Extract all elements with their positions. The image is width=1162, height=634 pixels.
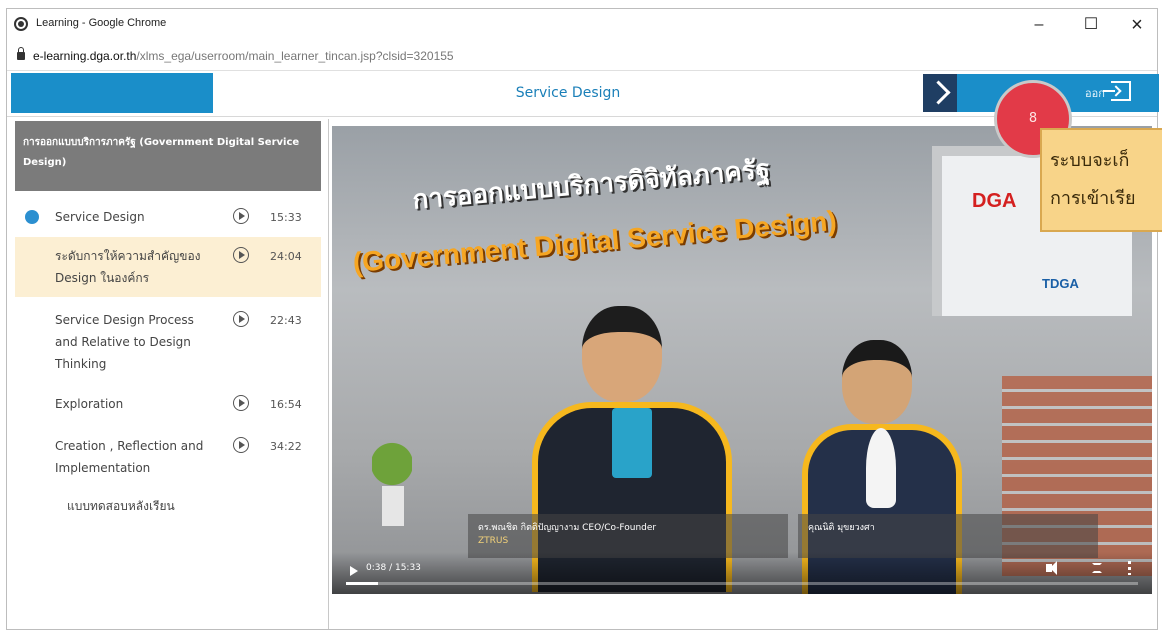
current-lesson-dot-icon (25, 210, 39, 224)
tooltip-line: การเข้าเรีย (1050, 188, 1136, 209)
dga-logo: DGA (972, 190, 1017, 212)
next-lesson-button[interactable] (923, 74, 957, 112)
speaker2-name: คุณนิติ มุขยวงศา (808, 523, 875, 533)
speaker1-shirt (612, 408, 652, 478)
lesson-duration: 22:43 (270, 314, 302, 327)
play-icon[interactable] (350, 566, 358, 576)
speaker1-name: ดร.พณชิต กิตติปัญญางาม CEO/Co-Founder (478, 523, 657, 533)
progress-fill (346, 582, 378, 585)
lesson-item[interactable]: Creation , Reflection and Implementation… (15, 431, 321, 481)
speaker1-role: ZTRUS (478, 536, 509, 546)
speaker1-head (582, 306, 662, 402)
lesson-duration: 16:54 (270, 398, 302, 411)
progress-bar[interactable] (346, 582, 1138, 585)
plant (372, 416, 412, 496)
lesson-label: ระดับการให้ความสำคัญของ Design ในองค์กร (55, 249, 201, 285)
lesson-label: Service Design (55, 210, 145, 224)
fullscreen-icon[interactable] (1092, 563, 1102, 573)
lock-icon (17, 47, 25, 60)
speaker2-head (842, 340, 912, 424)
tooltip-line: ระบบจะเก็ (1050, 150, 1130, 171)
maximize-button[interactable]: ☐ (1071, 12, 1111, 38)
lesson-label: Creation , Reflection and Implementation (55, 439, 204, 475)
video-time: 0:38 / 15:33 (366, 563, 421, 573)
play-circle-icon[interactable] (233, 247, 249, 263)
url-host: e-learning.dga.or.th (33, 49, 137, 63)
plant-pot (382, 486, 404, 526)
lesson-label: Exploration (55, 397, 124, 411)
address-bar[interactable]: e-learning.dga.or.th/xlms_ega/userroom/m… (7, 41, 1157, 71)
speaker2-shirt (866, 428, 896, 508)
lesson-item[interactable]: ระดับการให้ความสำคัญของ Design ในองค์กร … (15, 237, 321, 297)
lesson-sidebar: การออกแบบบริการภาครัฐ (Government Digita… (11, 119, 329, 629)
exit-label[interactable]: ออก (1085, 84, 1105, 102)
play-circle-icon[interactable] (233, 311, 249, 327)
window-title: Learning - Google Chrome (36, 17, 167, 29)
chrome-icon (14, 17, 28, 31)
course-name: การออกแบบบริการภาครัฐ (Government Digita… (15, 121, 321, 191)
play-circle-icon[interactable] (233, 208, 249, 224)
exit-icon[interactable] (1103, 81, 1131, 101)
tooltip-callout: ระบบจะเก็ การเข้าเรีย (1040, 128, 1162, 232)
url-path: /xlms_ega/userroom/main_learner_tincan.j… (136, 49, 454, 63)
video-controls: 0:38 / 15:33 (332, 552, 1152, 594)
course-title: Service Design (515, 85, 621, 101)
course-header: Service Design ออก (7, 73, 1159, 117)
header-left-panel (11, 73, 213, 113)
volume-icon[interactable] (1046, 561, 1057, 575)
lesson-duration: 15:33 (270, 211, 302, 224)
title-bar: Learning - Google Chrome – ☐ × (7, 9, 1157, 41)
lesson-label: Service Design Process and Relative to D… (55, 313, 194, 371)
lesson-label: แบบทดสอบหลังเรียน (67, 499, 175, 513)
more-options-icon[interactable] (1128, 561, 1131, 575)
lesson-duration: 34:22 (270, 440, 302, 453)
play-circle-icon[interactable] (233, 437, 249, 453)
tdga-logo: TDGA (1042, 276, 1079, 291)
close-button[interactable]: × (1117, 12, 1157, 38)
lesson-item[interactable]: Exploration 16:54 (15, 389, 321, 419)
lesson-item[interactable]: Service Design Process and Relative to D… (15, 305, 321, 377)
lesson-item[interactable]: Service Design 15:33 (15, 199, 321, 235)
play-circle-icon[interactable] (233, 395, 249, 411)
video-player[interactable]: DGA TDGA การออกแบบบริการดิจิทัลภาครัฐ (G… (332, 126, 1152, 594)
lesson-item[interactable]: แบบทดสอบหลังเรียน (15, 493, 321, 523)
url-text[interactable]: e-learning.dga.or.th/xlms_ega/userroom/m… (33, 49, 454, 63)
lesson-duration: 24:04 (270, 250, 302, 263)
minimize-button[interactable]: – (1019, 12, 1059, 38)
